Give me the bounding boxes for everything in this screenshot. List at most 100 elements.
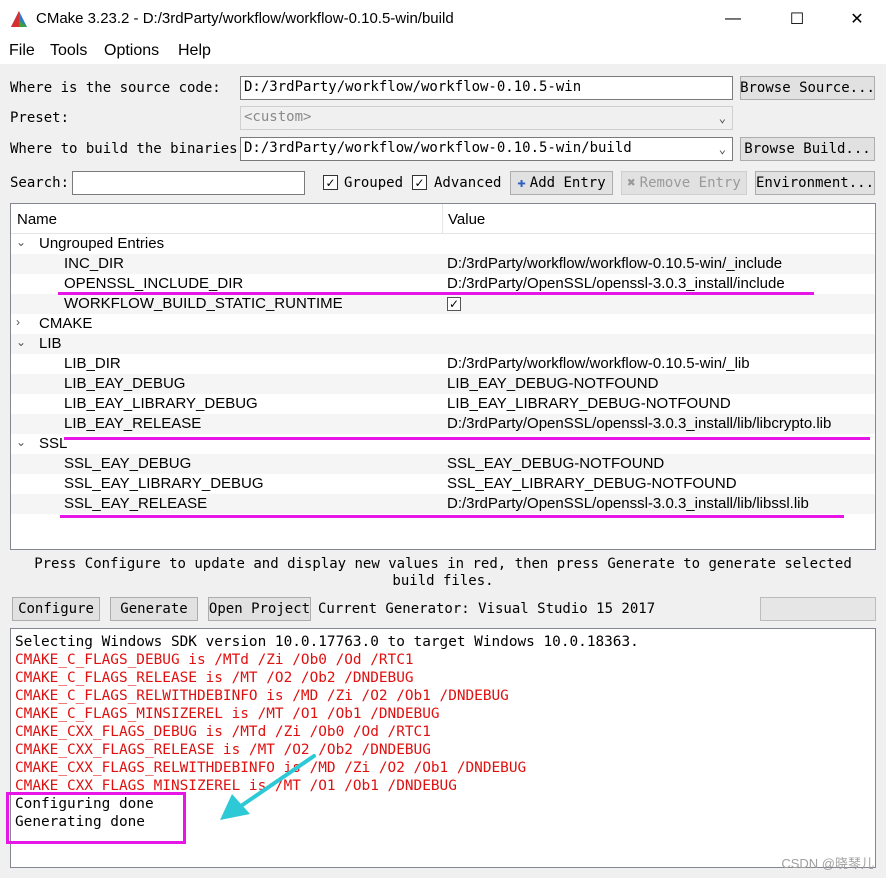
entry-value[interactable]: D:/3rdParty/OpenSSL/openssl-3.0.3_instal… [447, 415, 831, 432]
log-line-warning: CMAKE_C_FLAGS_RELWITHDEBINFO is /MD /Zi … [15, 688, 509, 704]
entry-name: SSL_EAY_LIBRARY_DEBUG [64, 475, 264, 492]
search-label: Search: [10, 175, 70, 191]
remove-entry-button[interactable]: ✖ Remove Entry [621, 171, 747, 195]
log-line-warning: CMAKE_C_FLAGS_RELEASE is /MT /O2 /Ob2 /D… [15, 670, 414, 686]
entry-name: LIB_EAY_DEBUG [64, 375, 186, 392]
add-entry-button[interactable]: ✚ Add Entry [510, 171, 613, 195]
add-entry-label: Add Entry [529, 175, 606, 191]
close-button[interactable]: ✕ [834, 0, 880, 38]
binaries-path-dropdown[interactable]: D:/3rdParty/workflow/workflow-0.10.5-win… [240, 137, 733, 161]
tree-header: Name Value [11, 204, 875, 234]
entry-value[interactable]: SSL_EAY_LIBRARY_DEBUG-NOTFOUND [447, 475, 737, 492]
highlight-box [6, 792, 186, 844]
preset-value: <custom> [244, 109, 312, 125]
entry-name: SSL_EAY_RELEASE [64, 495, 208, 512]
preset-dropdown[interactable]: <custom> ⌄ [240, 106, 733, 130]
check-icon: ✓ [414, 175, 425, 190]
entry-value[interactable]: SSL_EAY_DEBUG-NOTFOUND [447, 455, 664, 472]
menu-help[interactable]: Help [178, 42, 211, 60]
tree-row-lib-dir[interactable]: LIB_DIR D:/3rdParty/workflow/workflow-0.… [11, 354, 875, 374]
current-generator-label: Current Generator: Visual Studio 15 2017 [318, 601, 656, 617]
advanced-checkbox[interactable]: ✓ [412, 175, 427, 190]
tree-group-lib[interactable]: ⌄ LIB [11, 334, 875, 354]
log-line-warning: CMAKE_CXX_FLAGS_RELEASE is /MT /O2 /Ob2 … [15, 742, 431, 758]
browse-build-button[interactable]: Browse Build... [740, 137, 875, 161]
tree-row-inc-dir[interactable]: INC_DIR D:/3rdParty/workflow/workflow-0.… [11, 254, 875, 274]
remove-entry-label: Remove Entry [639, 175, 741, 191]
entry-value[interactable]: LIB_EAY_LIBRARY_DEBUG-NOTFOUND [447, 395, 731, 412]
tree-group-ungrouped[interactable]: ⌄ Ungrouped Entries [11, 234, 875, 254]
tree-row-openssl-include-dir[interactable]: OPENSSL_INCLUDE_DIR D:/3rdParty/OpenSSL/… [11, 274, 875, 294]
entry-name: INC_DIR [64, 255, 125, 272]
entry-name: LIB_EAY_RELEASE [64, 415, 202, 432]
entry-value[interactable]: D:/3rdParty/workflow/workflow-0.10.5-win… [447, 355, 750, 372]
chevron-right-icon[interactable]: › [16, 315, 20, 329]
source-label: Where is the source code: [10, 80, 221, 96]
column-header-name[interactable]: Name [17, 211, 57, 228]
entry-name: LIB_EAY_LIBRARY_DEBUG [64, 395, 258, 412]
chevron-down-icon[interactable]: ⌄ [16, 435, 26, 449]
tree-row-lib-eay-debug[interactable]: LIB_EAY_DEBUG LIB_EAY_DEBUG-NOTFOUND [11, 374, 875, 394]
tree-row-lib-eay-library-debug[interactable]: LIB_EAY_LIBRARY_DEBUG LIB_EAY_LIBRARY_DE… [11, 394, 875, 414]
log-line-warning: CMAKE_C_FLAGS_DEBUG is /MTd /Zi /Ob0 /Od… [15, 652, 414, 668]
tree-group-label: LIB [39, 335, 62, 352]
window-title: CMake 3.23.2 - D:/3rdParty/workflow/work… [36, 10, 454, 27]
configure-button[interactable]: Configure [12, 597, 100, 621]
remove-icon: ✖ [627, 175, 636, 191]
tree-group-cmake[interactable]: › CMAKE [11, 314, 875, 334]
tree-row-ssl-eay-release[interactable]: SSL_EAY_RELEASE D:/3rdParty/OpenSSL/open… [11, 494, 875, 514]
entry-checkbox[interactable]: ✓ [447, 297, 461, 311]
log-line-warning: CMAKE_C_FLAGS_MINSIZEREL is /MT /O1 /Ob1… [15, 706, 440, 722]
highlight-underline [58, 292, 814, 295]
chevron-down-icon[interactable]: ⌄ [16, 235, 26, 249]
tree-row-workflow-build-static-runtime[interactable]: WORKFLOW_BUILD_STATIC_RUNTIME ✓ [11, 294, 875, 314]
cache-tree-view[interactable]: Name Value ⌄ Ungrouped Entries INC_DIR D… [10, 203, 876, 550]
maximize-button[interactable]: ☐ [774, 0, 820, 38]
configure-hint-text: Press Configure to update and display ne… [34, 556, 852, 589]
menu-options[interactable]: Options [104, 42, 159, 60]
highlight-underline [60, 515, 844, 518]
environment-button[interactable]: Environment... [755, 171, 875, 195]
menu-tools[interactable]: Tools [50, 42, 87, 60]
highlight-underline [64, 437, 870, 440]
binaries-path-value: D:/3rdParty/workflow/workflow-0.10.5-win… [244, 140, 632, 156]
search-input[interactable] [72, 171, 305, 195]
entry-value[interactable]: D:/3rdParty/OpenSSL/openssl-3.0.3_instal… [447, 275, 785, 292]
browse-source-button[interactable]: Browse Source... [740, 76, 875, 100]
entry-name: OPENSSL_INCLUDE_DIR [64, 275, 244, 292]
tree-group-label: Ungrouped Entries [39, 235, 165, 252]
entry-name: LIB_DIR [64, 355, 121, 372]
source-path-input[interactable]: D:/3rdParty/workflow/workflow-0.10.5-win [240, 76, 733, 100]
open-project-button[interactable]: Open Project [208, 597, 311, 621]
minimize-button[interactable]: — [710, 0, 756, 38]
check-icon: ✓ [448, 297, 460, 311]
chevron-down-icon: ⌄ [718, 111, 726, 125]
column-header-value[interactable]: Value [448, 211, 485, 228]
log-line-warning: CMAKE_CXX_FLAGS_DEBUG is /MTd /Zi /Ob0 /… [15, 724, 431, 740]
grouped-checkbox[interactable]: ✓ [323, 175, 338, 190]
entry-name: WORKFLOW_BUILD_STATIC_RUNTIME [64, 295, 343, 312]
tree-row-ssl-eay-library-debug[interactable]: SSL_EAY_LIBRARY_DEBUG SSL_EAY_LIBRARY_DE… [11, 474, 875, 494]
log-line: Selecting Windows SDK version 10.0.17763… [15, 634, 639, 650]
preset-label: Preset: [10, 110, 70, 126]
watermark: CSDN @晓琴儿 [781, 856, 874, 871]
chevron-down-icon: ⌄ [718, 142, 726, 156]
entry-value[interactable]: LIB_EAY_DEBUG-NOTFOUND [447, 375, 658, 392]
tree-row-ssl-eay-debug[interactable]: SSL_EAY_DEBUG SSL_EAY_DEBUG-NOTFOUND [11, 454, 875, 474]
log-line-warning: CMAKE_CXX_FLAGS_RELWITHDEBINFO is /MD /Z… [15, 760, 527, 776]
advanced-label: Advanced [434, 175, 502, 191]
check-icon: ✓ [325, 175, 336, 190]
cmake-logo-icon [11, 11, 27, 27]
menu-file[interactable]: File [9, 42, 35, 60]
chevron-down-icon[interactable]: ⌄ [16, 335, 26, 349]
entry-value[interactable]: D:/3rdParty/workflow/workflow-0.10.5-win… [447, 255, 782, 272]
entry-value[interactable]: D:/3rdParty/OpenSSL/openssl-3.0.3_instal… [447, 495, 809, 512]
plus-icon: ✚ [517, 175, 526, 191]
binaries-label: Where to build the binaries: [10, 141, 247, 157]
generate-button[interactable]: Generate [110, 597, 198, 621]
entry-name: SSL_EAY_DEBUG [64, 455, 192, 472]
progress-bar [760, 597, 876, 621]
tree-row-lib-eay-release[interactable]: LIB_EAY_RELEASE D:/3rdParty/OpenSSL/open… [11, 414, 875, 434]
column-divider [442, 204, 443, 234]
tree-group-label: CMAKE [39, 315, 93, 332]
